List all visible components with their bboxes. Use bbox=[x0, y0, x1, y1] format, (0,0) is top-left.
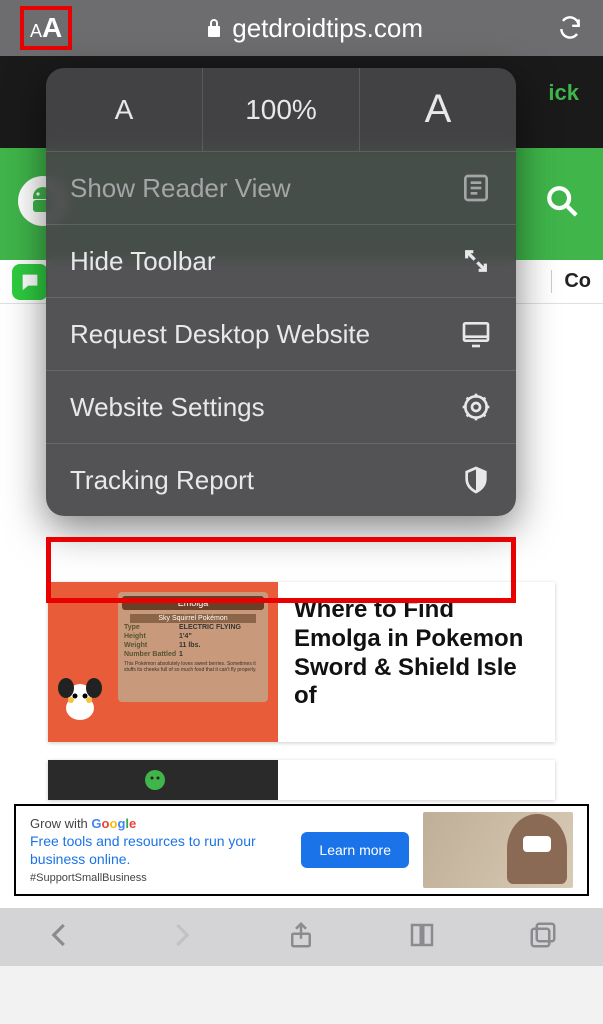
poke-desc: This Pokémon absolutely loves sweet berr… bbox=[118, 659, 268, 675]
poke-species: Sky Squirrel Pokémon bbox=[130, 614, 256, 623]
text-size-button[interactable]: A A bbox=[20, 6, 72, 50]
tabs-button[interactable] bbox=[528, 920, 558, 955]
share-button[interactable] bbox=[286, 920, 316, 955]
big-a-icon: A bbox=[42, 12, 62, 44]
menu-label: Hide Toolbar bbox=[70, 246, 216, 277]
menu-label: Show Reader View bbox=[70, 173, 291, 204]
lock-icon bbox=[206, 18, 222, 38]
row-text-fragment: Co bbox=[551, 270, 591, 293]
bookmarks-button[interactable] bbox=[407, 920, 437, 955]
article-card-2[interactable] bbox=[48, 760, 555, 800]
reload-icon[interactable] bbox=[557, 15, 583, 41]
address-field[interactable]: getdroidtips.com bbox=[88, 13, 541, 44]
article-card[interactable]: Emolga Sky Squirrel Pokémon TypeELECTRIC… bbox=[48, 582, 555, 742]
zoom-controls: A 100% A bbox=[46, 68, 516, 152]
menu-label: Website Settings bbox=[70, 392, 265, 423]
menu-show-reader[interactable]: Show Reader View bbox=[46, 152, 516, 225]
menu-tracking-report[interactable]: Tracking Report bbox=[46, 444, 516, 516]
ad-hashtag: #SupportSmallBusiness bbox=[30, 872, 287, 884]
card2-title bbox=[278, 760, 555, 800]
card2-thumbnail bbox=[48, 760, 278, 800]
monitor-icon bbox=[460, 318, 492, 350]
aa-menu: A 100% A Show Reader View Hide Toolbar R… bbox=[46, 68, 516, 516]
header-text-fragment: ick bbox=[548, 80, 579, 106]
url-bar: A A getdroidtips.com bbox=[0, 0, 603, 56]
reader-icon bbox=[460, 172, 492, 204]
small-a-icon: A bbox=[30, 21, 42, 42]
url-text: getdroidtips.com bbox=[232, 13, 423, 44]
menu-hide-toolbar[interactable]: Hide Toolbar bbox=[46, 225, 516, 298]
ad-image bbox=[423, 812, 573, 888]
expand-icon bbox=[460, 245, 492, 277]
search-icon[interactable] bbox=[545, 184, 579, 218]
forward-button[interactable] bbox=[166, 920, 196, 955]
ad-cta-button[interactable]: Learn more bbox=[301, 832, 409, 868]
menu-label: Tracking Report bbox=[70, 465, 254, 496]
ad-banner[interactable]: Grow with Google Free tools and resource… bbox=[14, 804, 589, 896]
zoom-out-button[interactable]: A bbox=[46, 68, 203, 151]
zoom-in-button[interactable]: A bbox=[360, 68, 516, 151]
menu-website-settings[interactable]: Website Settings bbox=[46, 371, 516, 444]
back-button[interactable] bbox=[45, 920, 75, 955]
emolga-sprite bbox=[56, 678, 104, 726]
shield-icon bbox=[460, 464, 492, 496]
menu-label: Request Desktop Website bbox=[70, 319, 370, 350]
ad-grow-line: Grow with Google bbox=[30, 816, 287, 831]
gear-icon bbox=[460, 391, 492, 423]
poke-name: Emolga bbox=[122, 596, 264, 610]
menu-request-desktop[interactable]: Request Desktop Website bbox=[46, 298, 516, 371]
card-thumbnail: Emolga Sky Squirrel Pokémon TypeELECTRIC… bbox=[48, 582, 278, 742]
ad-headline: Free tools and resources to run your bus… bbox=[30, 833, 287, 868]
zoom-value: 100% bbox=[203, 68, 360, 151]
browser-toolbar bbox=[0, 908, 603, 966]
message-icon[interactable] bbox=[12, 264, 48, 300]
card-title: Where to Find Emolga in Pokemon Sword & … bbox=[294, 596, 539, 711]
